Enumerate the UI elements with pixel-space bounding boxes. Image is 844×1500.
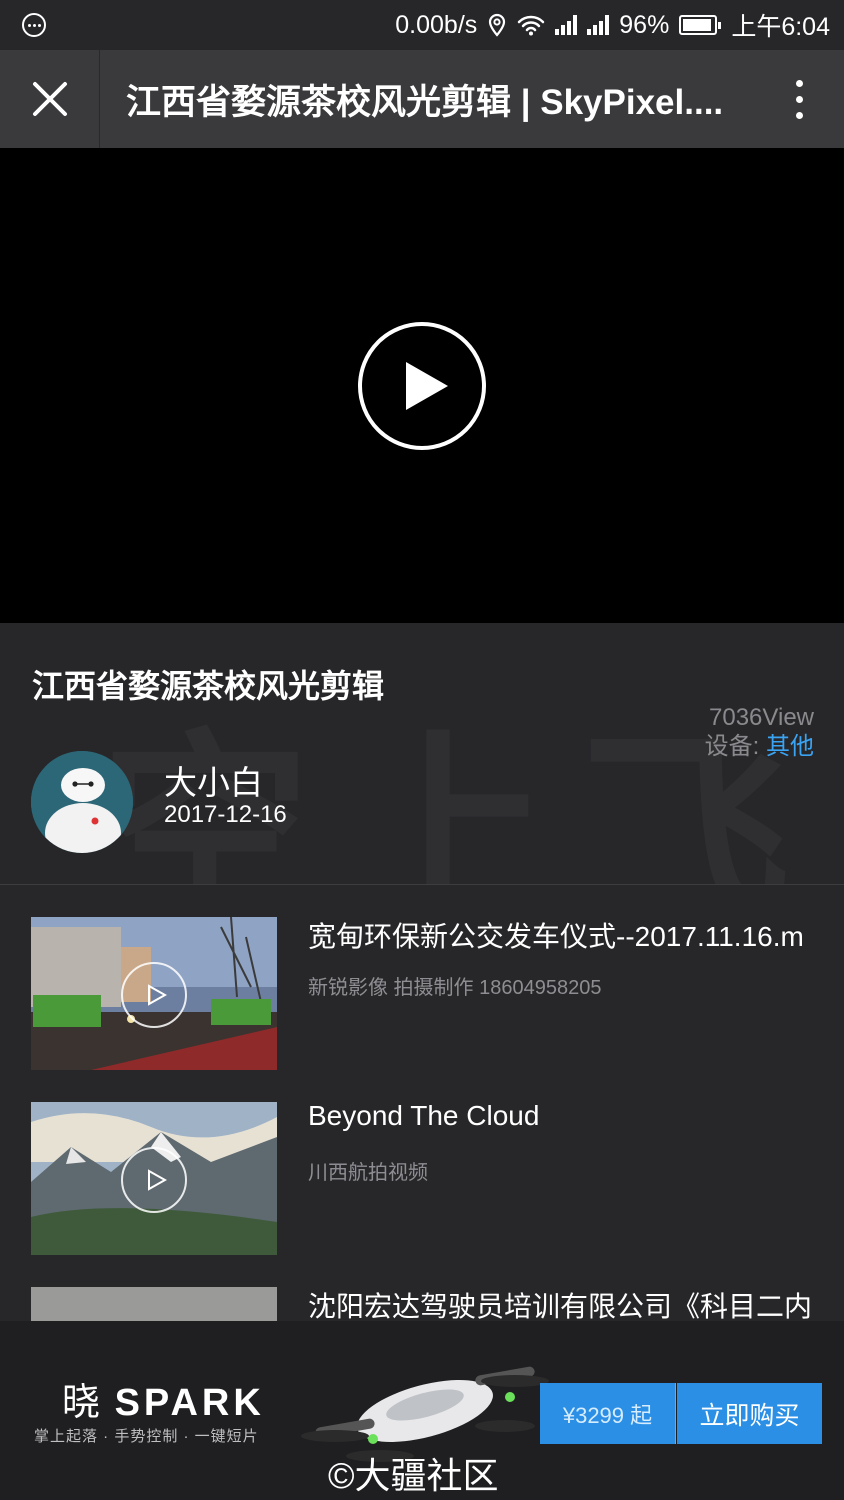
publish-date: 2017-12-16 bbox=[164, 801, 287, 828]
play-icon bbox=[121, 1147, 187, 1213]
device-row: 设备: 其他 bbox=[705, 732, 814, 761]
ad-price-button[interactable]: ¥3299 起 bbox=[540, 1383, 676, 1444]
page-title: 江西省婺源茶校风光剪辑 | SkyPixel.... bbox=[126, 82, 724, 122]
video-player[interactable] bbox=[0, 148, 844, 623]
signal-icon bbox=[555, 15, 578, 35]
status-bar: 0.00b/s 96% 上午6:04 bbox=[0, 0, 844, 50]
video-title: 江西省婺源茶校风光剪辑 bbox=[32, 668, 385, 704]
menu-dots-icon bbox=[22, 13, 46, 37]
list-item[interactable]: 沈阳宏达驾驶员培训有限公司《科目二内 bbox=[0, 1255, 844, 1321]
signal-icon-2 bbox=[587, 15, 610, 35]
device-value[interactable]: 其他 bbox=[766, 733, 814, 760]
list-item-title[interactable]: 宽甸环保新公交发车仪式--2017.11.16.m bbox=[308, 915, 828, 955]
related-video-list: 宽甸环保新公交发车仪式--2017.11.16.m 新锐影像 拍摄制作 1860… bbox=[0, 885, 844, 1321]
video-thumbnail[interactable] bbox=[31, 1287, 277, 1321]
ad-brand: 晓 SPARK bbox=[62, 1371, 265, 1426]
video-info: 空上飞 江西省婺源茶校风光剪辑 7036View 设备: 其他 大小白 2017… bbox=[0, 623, 844, 885]
wifi-icon bbox=[518, 15, 545, 36]
ad-brand-name: SPARK bbox=[114, 1382, 265, 1424]
nav-bar: 江西省婺源茶校风光剪辑 | SkyPixel.... bbox=[0, 50, 844, 148]
video-thumbnail[interactable] bbox=[31, 1102, 277, 1255]
copyright-watermark: ©大疆社区 bbox=[328, 1455, 499, 1496]
close-button[interactable] bbox=[0, 50, 100, 148]
list-item-subtitle: 川西航拍视频 bbox=[308, 1162, 428, 1184]
list-item-subtitle: 新锐影像 拍摄制作 18604958205 bbox=[308, 977, 602, 999]
close-icon bbox=[32, 82, 67, 116]
author-name[interactable]: 大小白 bbox=[164, 756, 263, 804]
device-label: 设备: bbox=[704, 733, 766, 760]
battery-icon bbox=[679, 15, 722, 35]
ad-banner[interactable]: 晓 SPARK 掌上起落 · 手势控制 · 一键短片 ¥3299 起 立即购买 … bbox=[0, 1321, 844, 1500]
list-item[interactable]: 宽甸环保新公交发车仪式--2017.11.16.m 新锐影像 拍摄制作 1860… bbox=[0, 885, 844, 1070]
play-icon bbox=[121, 962, 187, 1028]
play-icon bbox=[406, 361, 448, 410]
play-button[interactable] bbox=[358, 321, 486, 450]
video-thumbnail[interactable] bbox=[31, 917, 277, 1070]
avatar[interactable] bbox=[31, 751, 133, 853]
net-speed: 0.00b/s bbox=[395, 10, 478, 39]
video-meta: 7036View 设备: 其他 bbox=[705, 703, 814, 761]
location-icon bbox=[489, 13, 506, 37]
list-item-title[interactable]: Beyond The Cloud bbox=[308, 1100, 828, 1132]
ad-brand-prefix: 晓 bbox=[62, 1382, 103, 1424]
baymax-avatar-image bbox=[31, 751, 133, 853]
view-count: 7036View bbox=[709, 704, 814, 731]
list-item[interactable]: Beyond The Cloud 川西航拍视频 bbox=[0, 1070, 844, 1255]
list-item-title[interactable]: 沈阳宏达驾驶员培训有限公司《科目二内 bbox=[308, 1285, 828, 1321]
battery-percent: 96% bbox=[619, 10, 670, 39]
clock: 上午6:04 bbox=[731, 13, 830, 41]
buy-now-button[interactable]: 立即购买 bbox=[677, 1383, 822, 1444]
more-vertical-icon[interactable] bbox=[754, 50, 844, 148]
ad-tagline: 掌上起落 · 手势控制 · 一键短片 bbox=[34, 1428, 259, 1445]
